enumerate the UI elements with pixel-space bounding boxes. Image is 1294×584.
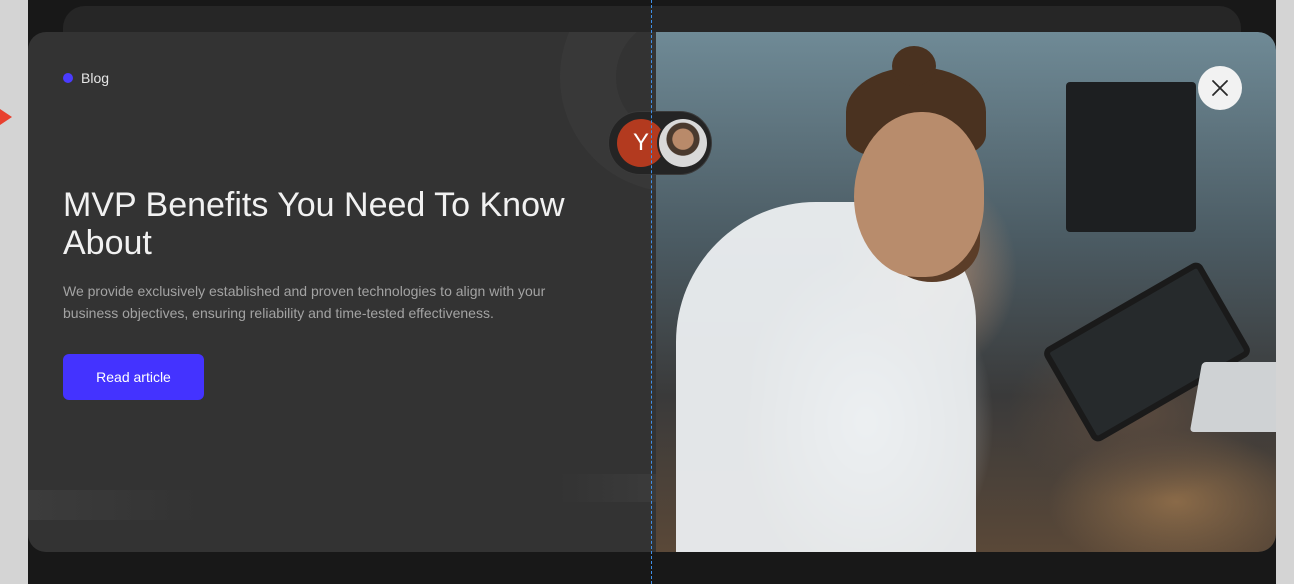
photo-person-head	[854, 112, 984, 277]
avatar-photo	[659, 119, 707, 167]
article-photo	[656, 32, 1276, 552]
category-label: Blog	[81, 70, 110, 86]
decorative-fade-left	[28, 490, 198, 520]
category-tag: Blog	[63, 70, 109, 86]
article-title: MVP Benefits You Need To Know About	[63, 186, 565, 262]
article-description: We provide exclusively established and p…	[63, 283, 546, 321]
guide-line	[651, 0, 652, 584]
close-icon	[1212, 80, 1228, 96]
author-avatars: Y	[609, 112, 711, 174]
blog-card: Blog MVP Benefits You Need To Know About…	[28, 32, 1276, 552]
dot-icon	[63, 73, 73, 83]
photo-monitor	[1066, 82, 1196, 232]
avatar-initial: Y	[617, 119, 665, 167]
edge-marker-icon	[0, 109, 12, 125]
photo-person-bun	[892, 46, 936, 86]
decorative-fade-right	[558, 474, 658, 502]
read-article-button[interactable]: Read article	[63, 354, 204, 400]
modal-stage: Blog MVP Benefits You Need To Know About…	[28, 0, 1276, 584]
close-button[interactable]	[1198, 66, 1242, 110]
photo-laptop	[1189, 362, 1276, 432]
